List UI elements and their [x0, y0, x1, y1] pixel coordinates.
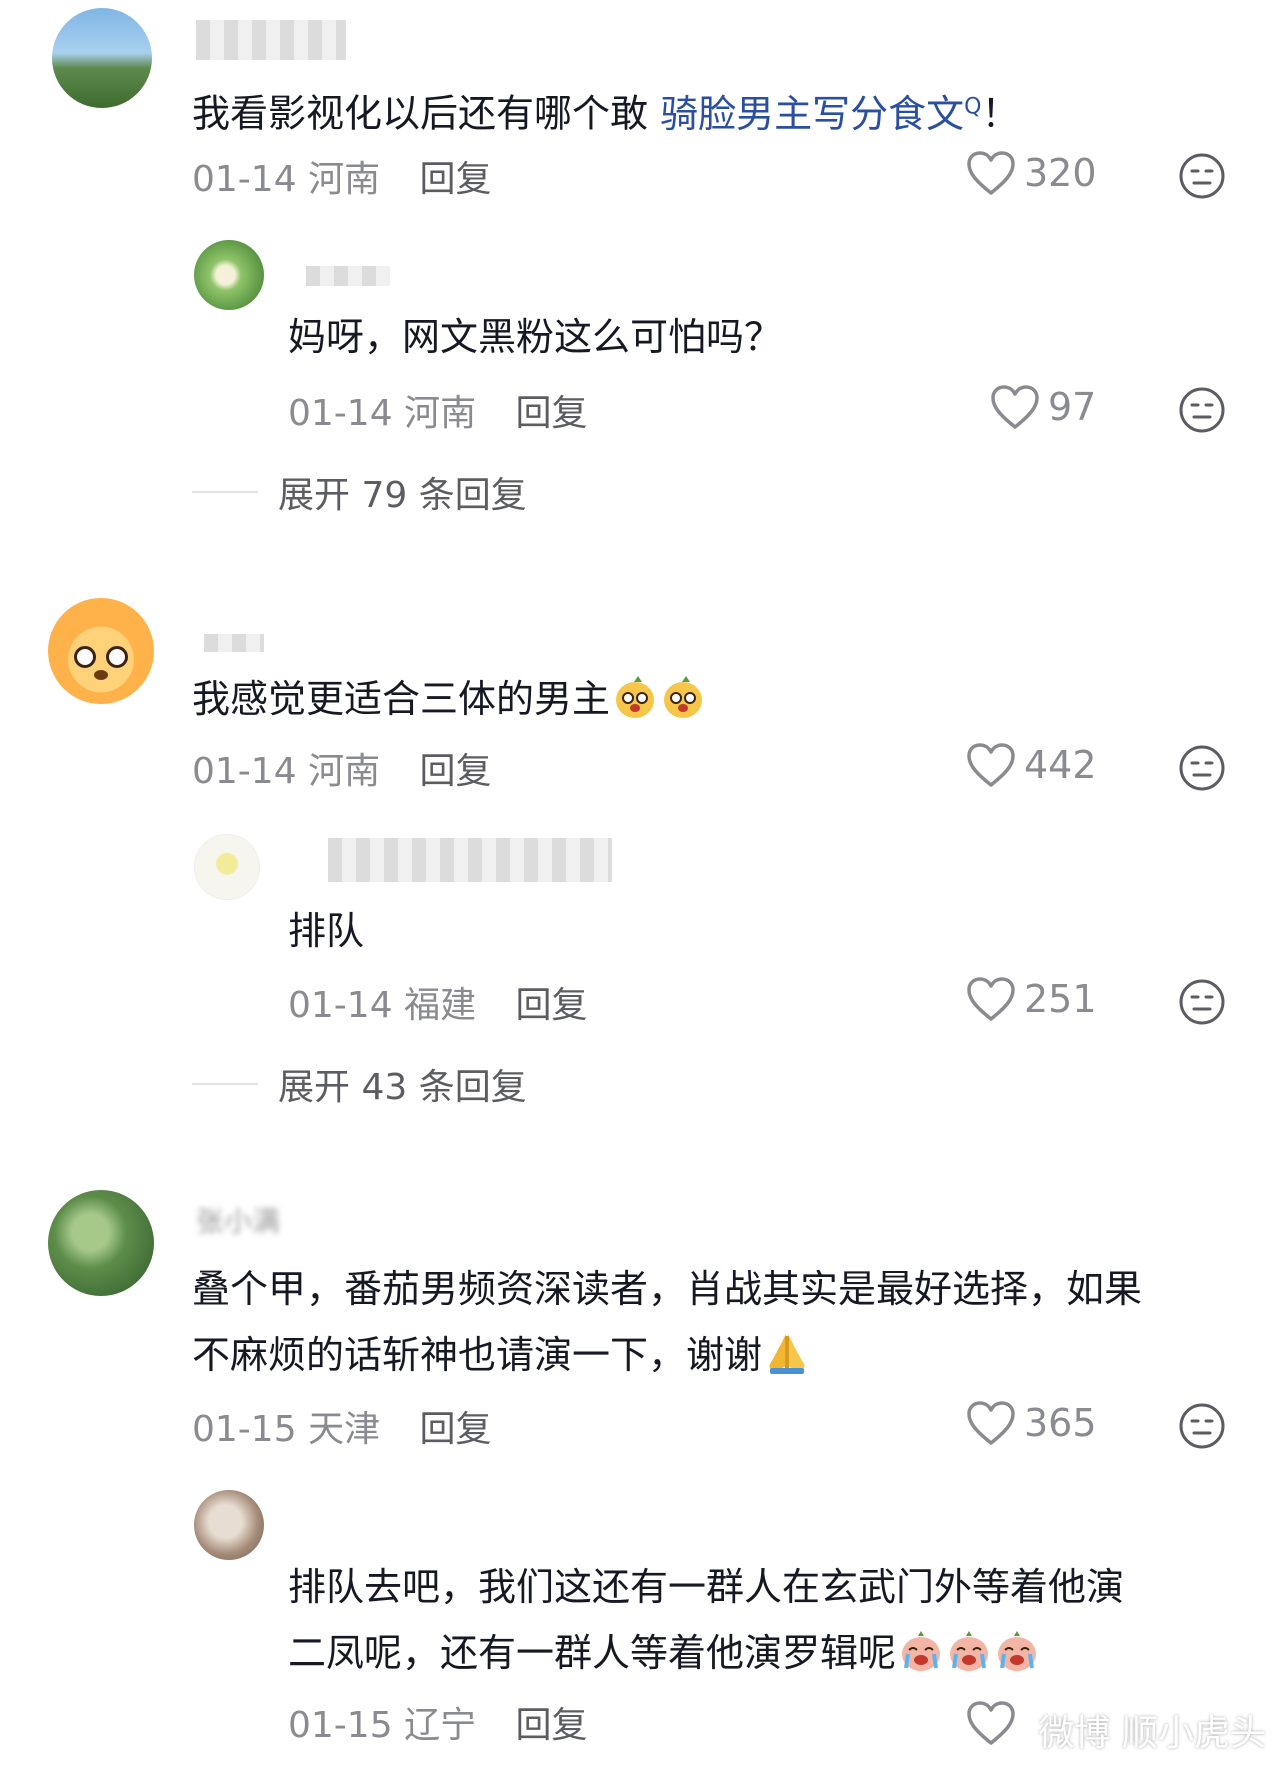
comment-date: 01-15 [288, 1705, 393, 1746]
crying-emoji-icon [998, 1631, 1037, 1671]
heart-icon [967, 743, 1015, 787]
comment-meta: 01-15 辽宁 回复 [288, 1696, 588, 1748]
heart-icon [967, 1401, 1015, 1445]
comment-location: 河南 [308, 159, 381, 200]
avatar[interactable] [48, 1190, 154, 1296]
like-button[interactable]: 320 [966, 150, 1097, 196]
comment-location: 天津 [308, 1409, 381, 1450]
username-blurred[interactable] [196, 20, 346, 60]
avatar[interactable] [48, 598, 154, 704]
like-count: 251 [1024, 977, 1097, 1021]
reply-button[interactable]: 回复 [516, 985, 588, 1026]
comment-location: 河南 [308, 751, 381, 792]
like-button[interactable]: 251 [966, 976, 1097, 1022]
comment-date: 01-14 [192, 159, 297, 200]
reply-button[interactable]: 回复 [516, 1705, 588, 1746]
avatar[interactable] [52, 8, 152, 108]
comment-date: 01-14 [288, 393, 393, 434]
comment-text: 叠个甲，番茄男频资深读者，肖战其实是最好选择，如果 不麻烦的话斩神也请演一下，谢… [192, 1256, 1142, 1388]
comment-text: 排队去吧，我们这还有一群人在玄武门外等着他演 二凤呢，还有一群人等着他演罗辑呢 [288, 1554, 1124, 1686]
comment-meta: 01-14 福建 回复 [288, 976, 588, 1028]
username-blurred[interactable] [204, 634, 264, 652]
mango-emoji-icon [616, 676, 655, 718]
comment-meta: 01-15 天津 回复 [192, 1400, 492, 1452]
like-count: 97 [1048, 385, 1097, 429]
comment-text-line: 二凤呢，还有一群人等着他演罗辑呢 [288, 1620, 1124, 1686]
crying-emoji-icon [950, 1631, 989, 1671]
comment-meta: 01-14 河南 回复 [192, 742, 492, 794]
comment-text: 我感觉更适合三体的男主 [192, 666, 706, 732]
reply-button[interactable]: 回复 [516, 393, 588, 434]
heart-icon[interactable] [966, 1700, 1016, 1746]
comment-location: 辽宁 [404, 1705, 477, 1746]
comment-text: 排队 [288, 909, 365, 953]
comment-date: 01-14 [288, 985, 393, 1026]
comment-text-line: 不麻烦的话斩神也请演一下，谢谢 [192, 1322, 1142, 1388]
expand-replies-button[interactable]: 展开 79 条回复 [192, 466, 527, 518]
avatar[interactable] [194, 240, 264, 310]
search-link[interactable]: 骑脸男主写分食文Q [660, 92, 981, 136]
comment-location: 福建 [404, 985, 477, 1026]
neutral-face-icon[interactable] [1178, 978, 1226, 1026]
like-count: 365 [1024, 1401, 1097, 1445]
comment-date: 01-15 [192, 1409, 297, 1450]
like-button[interactable]: 365 [966, 1400, 1097, 1446]
mango-emoji-icon [664, 676, 703, 718]
username-blurred[interactable] [328, 838, 612, 882]
comment-text-prefix: 我看影视化以后还有哪个敢 [192, 91, 661, 136]
avatar[interactable] [194, 834, 260, 900]
divider [192, 491, 258, 493]
neutral-face-icon[interactable] [1178, 1402, 1226, 1450]
heart-icon [967, 151, 1015, 195]
folded-hands-emoji-icon [769, 1334, 805, 1374]
comment-text-line: 排队去吧，我们这还有一群人在玄武门外等着他演 [288, 1565, 1125, 1609]
reply-button[interactable]: 回复 [420, 1409, 492, 1450]
reply-button[interactable]: 回复 [420, 159, 492, 200]
neutral-face-icon[interactable] [1178, 152, 1226, 200]
search-icon: Q [964, 94, 982, 119]
avatar[interactable] [194, 1490, 264, 1560]
comment-text-line: 叠个甲，番茄男频资深读者，肖战其实是最好选择，如果 [192, 1267, 1143, 1311]
comment-location: 河南 [404, 393, 477, 434]
username[interactable]: 张小满 [196, 1200, 280, 1240]
neutral-face-icon[interactable] [1178, 386, 1226, 434]
comment-text: 我看影视化以后还有哪个敢 骑脸男主写分食文Q！ [192, 91, 1020, 136]
reply-button[interactable]: 回复 [420, 751, 492, 792]
heart-icon [991, 385, 1039, 429]
divider [192, 1083, 258, 1085]
heart-icon [967, 977, 1015, 1021]
comment-text: 妈呀，网文黑粉这么可怕吗？ [288, 315, 783, 359]
watermark: 微博 顺小虎头 [1038, 1713, 1266, 1754]
like-button[interactable]: 97 [990, 384, 1096, 430]
comment-date: 01-14 [192, 751, 297, 792]
like-count: 320 [1024, 151, 1097, 195]
comment-meta: 01-14 河南 回复 [192, 150, 492, 202]
username-blurred[interactable] [306, 266, 390, 286]
like-count: 442 [1024, 743, 1097, 787]
neutral-face-icon[interactable] [1178, 744, 1226, 792]
comment-meta: 01-14 河南 回复 [288, 384, 588, 436]
crying-emoji-icon [902, 1631, 941, 1671]
like-button[interactable]: 442 [966, 742, 1097, 788]
expand-replies-button[interactable]: 展开 43 条回复 [192, 1058, 527, 1110]
